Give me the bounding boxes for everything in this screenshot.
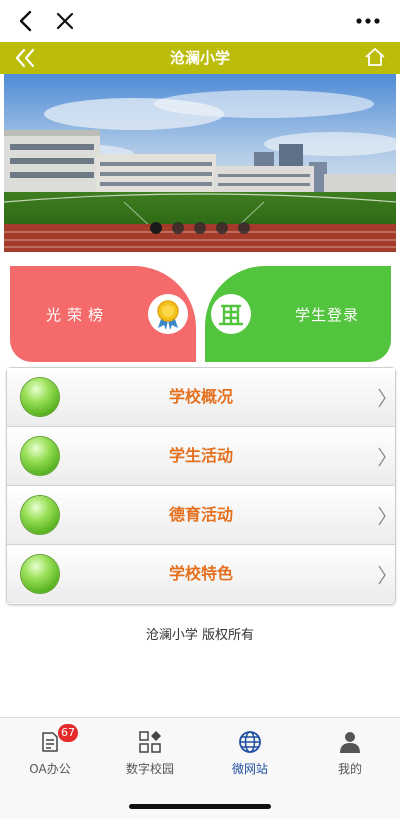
menu-item-student-activities[interactable]: 学生活动 [7,427,395,486]
copyright-text: 沧澜小学 版权所有 [145,628,255,643]
carousel-dot[interactable] [172,222,184,234]
tab-mine[interactable]: 我的 [300,718,400,788]
honor-roll-label: 光荣榜 [46,306,110,324]
back-arrow-icon[interactable] [14,9,38,33]
carousel-dot[interactable] [216,222,228,234]
chevron-right-icon [378,565,386,585]
carousel-indicator [150,222,270,234]
carousel-dot[interactable] [194,222,206,234]
tab-label: 我的 [337,762,362,776]
menu-list: 学校概况 学生活动 德育活动 学校特色 [6,367,396,605]
menu-item-label: 学生活动 [168,446,233,465]
menu-item-moral-education[interactable]: 德育活动 [7,486,395,545]
chevron-right-icon [378,388,386,408]
carousel-dot[interactable] [238,222,250,234]
student-login-label: 学生登录 [295,306,360,324]
home-indicator[interactable] [129,804,271,809]
browser-top-bar [0,0,400,42]
tab-micro-website[interactable]: 微网站 [200,718,300,788]
student-login-card[interactable]: 学生登录 [205,266,391,362]
building-icon [211,294,251,334]
page-title: 沧澜小学 [169,49,230,67]
grid-icon [139,731,161,753]
chevron-right-icon [378,447,386,467]
notification-badge: 67 [58,724,78,742]
menu-item-school-features[interactable]: 学校特色 [7,545,395,603]
menu-item-label: 德育活动 [168,505,233,524]
chevron-right-icon [378,506,386,526]
globe-icon [239,731,261,753]
tab-label: 微网站 [231,762,268,776]
menu-item-label: 学校概况 [168,387,233,406]
more-options-icon[interactable] [354,10,382,32]
medal-icon [148,294,188,334]
tab-oa-office[interactable]: 67 OA办公 [0,718,100,788]
close-icon[interactable] [54,10,76,32]
home-icon[interactable] [364,46,386,68]
site-header: 沧澜小学 [0,42,400,74]
tab-label: OA办公 [29,762,71,776]
carousel-dot-active[interactable] [150,222,162,234]
honor-roll-card[interactable]: 光荣榜 [10,266,196,362]
person-icon [340,732,360,753]
menu-item-label: 学校特色 [168,564,233,583]
menu-item-school-overview[interactable]: 学校概况 [7,368,395,427]
tab-label: 数字校园 [125,762,174,776]
tab-digital-campus[interactable]: 数字校园 [100,718,200,788]
